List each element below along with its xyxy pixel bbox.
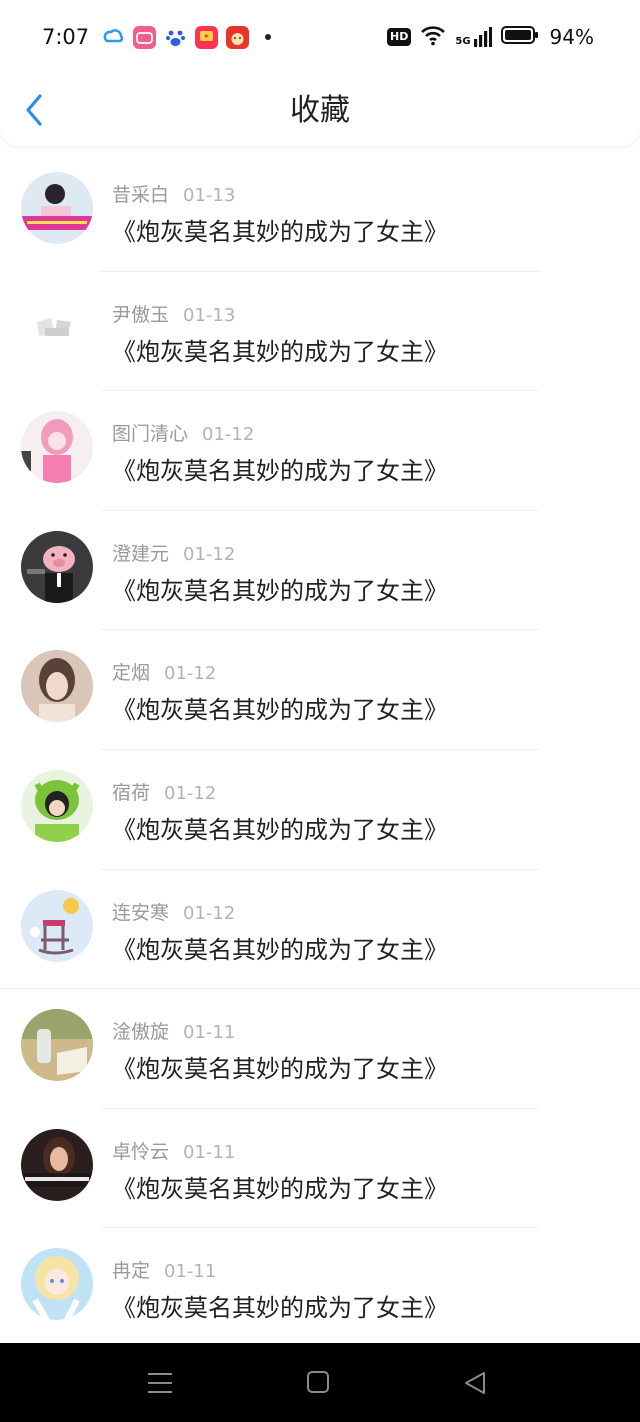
item-meta: 澄建元 01-12 (112, 539, 235, 566)
item-meta: 宿荷 01-12 (112, 778, 216, 805)
username: 澄建元 (112, 542, 170, 565)
back-triangle-icon[interactable] (460, 1369, 490, 1397)
item-meta: 冉定 01-11 (112, 1256, 216, 1283)
wifi-icon (420, 24, 446, 50)
item-meta: 尹傲玉 01-13 (112, 300, 235, 327)
avatar[interactable] (21, 291, 93, 364)
book-title: 《炮灰莫名其妙的成为了女主》 (112, 576, 448, 605)
battery-icon (500, 25, 539, 49)
avatar[interactable] (21, 769, 93, 842)
system-indicators: HD 5G 94% (387, 0, 594, 74)
battery-percent: 94% (549, 25, 594, 49)
avatar[interactable] (21, 889, 93, 962)
book-title: 《炮灰莫名其妙的成为了女主》 (112, 1294, 448, 1323)
date: 01-12 (202, 424, 255, 446)
app-header: 收藏 (0, 74, 640, 146)
video-app-icon (195, 25, 218, 49)
list-item[interactable]: 连安寒 01-12 《炮灰莫名其妙的成为了女主》 (0, 870, 640, 990)
username: 淦傲旋 (112, 1021, 170, 1044)
avatar[interactable] (21, 1248, 93, 1321)
book-title: 《炮灰莫名其妙的成为了女主》 (112, 696, 448, 725)
book-title: 《炮灰莫名其妙的成为了女主》 (112, 337, 448, 366)
list-item[interactable]: 澄建元 01-12 《炮灰莫名其妙的成为了女主》 (0, 511, 640, 631)
cloud-app-icon (102, 25, 125, 49)
date: 01-11 (183, 1022, 236, 1044)
username: 连安寒 (112, 901, 170, 924)
list-item[interactable]: 卓怜云 01-11 《炮灰莫名其妙的成为了女主》 (0, 1109, 640, 1229)
more-notifications-dot (265, 34, 271, 40)
item-meta: 淦傲旋 01-11 (112, 1017, 235, 1044)
network-type: 5G (455, 36, 471, 47)
list-item[interactable]: 图门清心 01-12 《炮灰莫名其妙的成为了女主》 (0, 391, 640, 511)
book-title: 《炮灰莫名其妙的成为了女主》 (112, 935, 448, 964)
status-bar: 7:07 HD 5G 94% (0, 0, 640, 74)
list-item[interactable]: 昔采白 01-13 《炮灰莫名其妙的成为了女主》 (0, 152, 640, 272)
list-item[interactable]: 尹傲玉 01-13 《炮灰莫名其妙的成为了女主》 (0, 272, 640, 392)
avatar[interactable] (21, 650, 93, 723)
username: 宿荷 (112, 781, 151, 804)
item-meta: 连安寒 01-12 (112, 898, 235, 925)
list-item[interactable]: 定烟 01-12 《炮灰莫名其妙的成为了女主》 (0, 630, 640, 750)
item-meta: 卓怜云 01-11 (112, 1137, 235, 1164)
avatar[interactable] (21, 172, 93, 244)
notification-icons (102, 25, 271, 49)
list-item[interactable]: 宿荷 01-12 《炮灰莫名其妙的成为了女主》 (0, 750, 640, 870)
date: 01-11 (164, 1261, 217, 1283)
book-title: 《炮灰莫名其妙的成为了女主》 (112, 1174, 448, 1203)
book-title: 《炮灰莫名其妙的成为了女主》 (112, 815, 448, 844)
date: 01-13 (183, 185, 236, 206)
list-item[interactable]: 冉定 01-11 《炮灰莫名其妙的成为了女主》 (0, 1228, 640, 1348)
date: 01-12 (164, 663, 217, 685)
game-app-icon (226, 25, 249, 49)
page-title: 收藏 (290, 93, 350, 128)
favorites-list: 昔采白 01-13 《炮灰莫名其妙的成为了女主》 尹傲玉 01-13 《炮灰莫名其妙… (0, 152, 640, 1348)
avatar[interactable] (21, 1128, 93, 1201)
username: 定烟 (112, 662, 151, 685)
username: 图门清心 (112, 423, 189, 446)
cellular-signal-icon: 5G (455, 27, 492, 47)
list-item[interactable]: 淦傲旋 01-11 《炮灰莫名其妙的成为了女主》 (0, 989, 640, 1109)
home-icon[interactable] (304, 1369, 334, 1397)
status-time: 7:07 (42, 25, 90, 49)
book-title: 《炮灰莫名其妙的成为了女主》 (112, 457, 448, 486)
date: 01-11 (183, 1141, 236, 1163)
avatar[interactable] (21, 530, 93, 603)
book-title: 《炮灰莫名其妙的成为了女主》 (112, 1055, 448, 1084)
date: 01-12 (183, 543, 236, 565)
date: 01-12 (164, 782, 217, 804)
item-meta: 昔采白 01-13 (112, 180, 235, 207)
username: 卓怜云 (112, 1140, 170, 1163)
system-nav-bar (0, 1343, 640, 1422)
username: 冉定 (112, 1260, 151, 1283)
date: 01-12 (183, 902, 236, 924)
bilibili-app-icon (133, 25, 156, 49)
book-title: 《炮灰莫名其妙的成为了女主》 (112, 218, 448, 246)
avatar[interactable] (21, 1009, 93, 1082)
date: 01-13 (183, 304, 236, 326)
baidu-app-icon (164, 25, 187, 49)
username: 尹傲玉 (112, 303, 170, 326)
hd-badge: HD (387, 28, 412, 46)
item-meta: 定烟 01-12 (112, 658, 216, 685)
username: 昔采白 (112, 184, 170, 206)
menu-icon[interactable] (145, 1369, 175, 1397)
item-meta: 图门清心 01-12 (112, 419, 254, 446)
avatar[interactable] (21, 411, 93, 484)
